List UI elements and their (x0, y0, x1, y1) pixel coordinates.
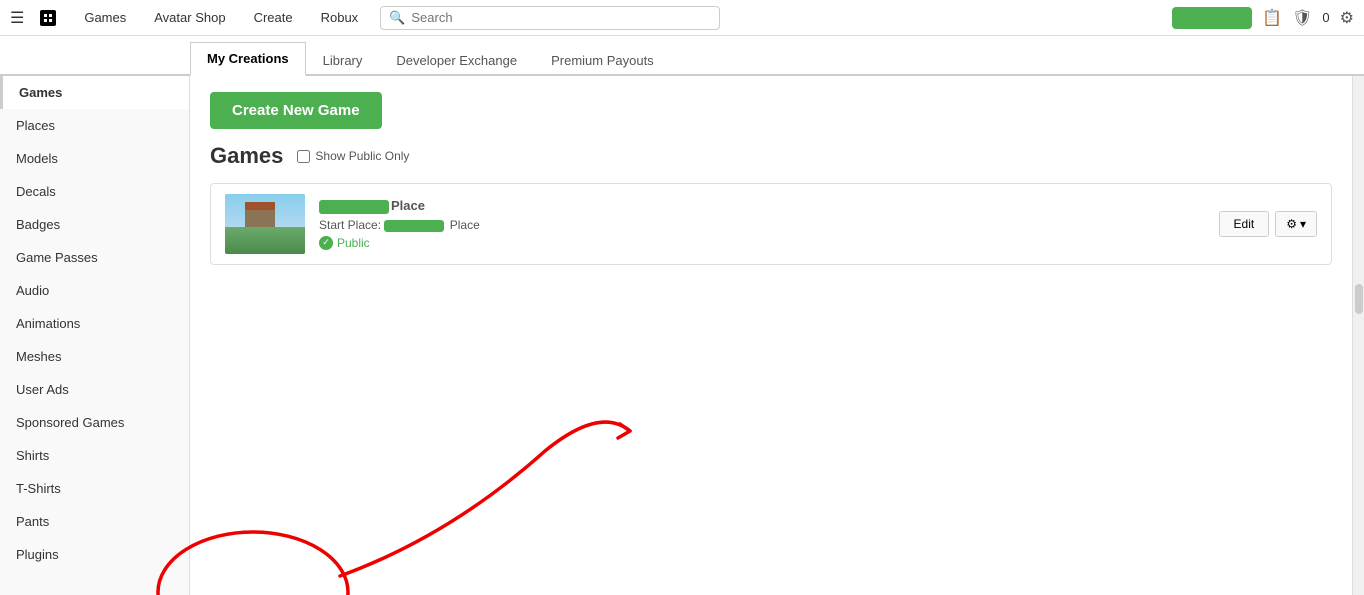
sidebar-item-plugins[interactable]: Plugins (0, 538, 189, 571)
public-label: Public (337, 236, 370, 250)
nav-create[interactable]: Create (242, 6, 305, 29)
game-thumbnail (225, 194, 305, 254)
search-bar[interactable]: 🔍 (380, 6, 720, 30)
sidebar-item-game-passes[interactable]: Game Passes (0, 241, 189, 274)
search-icon: 🔍 (389, 10, 405, 26)
sidebar-item-t-shirts[interactable]: T-Shirts (0, 472, 189, 505)
game-name: Place (319, 198, 1205, 214)
sidebar-item-decals[interactable]: Decals (0, 175, 189, 208)
right-scrollbar[interactable] (1352, 76, 1364, 595)
scrollbar-thumb (1355, 284, 1363, 314)
main-layout: Games Places Models Decals Badges Game P… (0, 76, 1364, 595)
sidebar-item-places[interactable]: Places (0, 109, 189, 142)
edit-button[interactable]: Edit (1219, 211, 1270, 237)
games-heading-row: Games Show Public Only (210, 143, 1332, 169)
sidebar-item-models[interactable]: Models (0, 142, 189, 175)
gear-icon: ⚙ (1286, 217, 1297, 231)
robux-count: 0 (1322, 10, 1329, 25)
tab-my-creations[interactable]: My Creations (190, 42, 306, 76)
dropdown-chevron-icon: ▾ (1300, 217, 1306, 231)
show-public-only-text: Show Public Only (315, 149, 409, 163)
sidebar-item-animations[interactable]: Animations (0, 307, 189, 340)
user-balance-bar[interactable] (1172, 7, 1252, 29)
sidebar-item-user-ads[interactable]: User Ads (0, 373, 189, 406)
sidebar-item-games[interactable]: Games (0, 76, 189, 109)
search-input[interactable] (411, 10, 711, 25)
tab-developer-exchange[interactable]: Developer Exchange (379, 44, 534, 76)
game-info: Place Start Place: Place ✓ Public (319, 198, 1205, 250)
public-icon: ✓ (319, 236, 333, 250)
chat-icon[interactable]: 📋 (1262, 8, 1282, 28)
sidebar-item-meshes[interactable]: Meshes (0, 340, 189, 373)
tab-library[interactable]: Library (306, 44, 380, 76)
sidebar-item-pants[interactable]: Pants (0, 505, 189, 538)
nav-right: 📋 🛡 0 ⚙ (1172, 7, 1354, 29)
game-start-place: Start Place: Place (319, 218, 1205, 232)
game-public-status: ✓ Public (319, 236, 1205, 250)
shield-icon[interactable]: 🛡 (1292, 8, 1312, 28)
game-gear-button[interactable]: ⚙ ▾ (1275, 211, 1317, 237)
settings-icon[interactable]: ⚙ (1340, 8, 1354, 28)
game-actions: Edit ⚙ ▾ (1219, 211, 1317, 237)
roblox-logo[interactable] (34, 4, 62, 32)
nav-links: Games Avatar Shop Create Robux (72, 6, 370, 29)
sidebar: Games Places Models Decals Badges Game P… (0, 76, 190, 595)
start-place-redacted (384, 220, 444, 232)
game-name-suffix: Place (391, 198, 425, 213)
tab-premium-payouts[interactable]: Premium Payouts (534, 44, 671, 76)
show-public-only-checkbox[interactable] (297, 150, 310, 163)
create-new-game-button[interactable]: Create New Game (210, 92, 382, 129)
nav-robux[interactable]: Robux (309, 6, 371, 29)
nav-avatar-shop[interactable]: Avatar Shop (142, 6, 237, 29)
start-place-label: Start Place: (319, 218, 381, 232)
sidebar-item-shirts[interactable]: Shirts (0, 439, 189, 472)
sidebar-item-audio[interactable]: Audio (0, 274, 189, 307)
nav-games[interactable]: Games (72, 6, 138, 29)
sidebar-item-badges[interactable]: Badges (0, 208, 189, 241)
sidebar-item-sponsored-games[interactable]: Sponsored Games (0, 406, 189, 439)
game-card: Place Start Place: Place ✓ Public Edit ⚙… (210, 183, 1332, 265)
top-nav: ☰ Games Avatar Shop Create Robux 🔍 📋 🛡 0… (0, 0, 1364, 36)
hamburger-icon[interactable]: ☰ (10, 8, 24, 28)
start-place-suffix: Place (450, 218, 480, 232)
show-public-only-label[interactable]: Show Public Only (297, 149, 409, 163)
games-heading: Games (210, 143, 283, 169)
content-area: Create New Game Games Show Public Only P… (190, 76, 1352, 595)
game-name-redacted (319, 200, 389, 214)
tabs-bar: My Creations Library Developer Exchange … (0, 36, 1364, 76)
